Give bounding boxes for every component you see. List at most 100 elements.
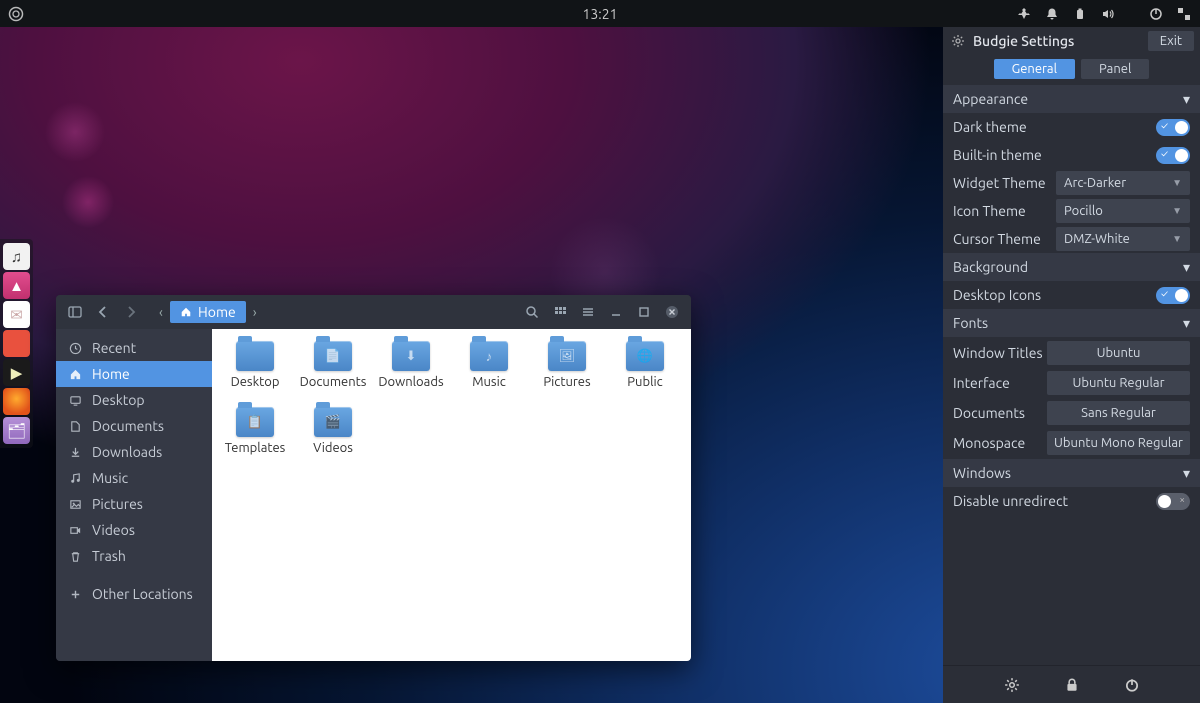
- window-maximize-button[interactable]: [631, 299, 657, 325]
- footer-power-icon[interactable]: [1124, 677, 1140, 693]
- music-icon: [68, 472, 82, 485]
- icon-theme-select[interactable]: Pocillo▼: [1056, 199, 1190, 223]
- list-view-button[interactable]: [575, 299, 601, 325]
- nav-forward-button[interactable]: [118, 299, 144, 325]
- sidebar-item-pictures[interactable]: Pictures: [56, 491, 212, 517]
- tab-panel[interactable]: Panel: [1081, 59, 1149, 79]
- font-select-documents[interactable]: Sans Regular: [1047, 401, 1190, 425]
- battery-icon[interactable]: [1072, 6, 1088, 22]
- footer-lock-icon[interactable]: [1064, 677, 1080, 693]
- budgie-settings-panel: Budgie Settings Exit General Panel Appea…: [943, 27, 1200, 703]
- dock-item-photos[interactable]: ▲: [3, 272, 30, 299]
- sidebar-item-downloads[interactable]: Downloads: [56, 439, 212, 465]
- raven-footer: [943, 665, 1200, 703]
- dark-theme-label: Dark theme: [953, 119, 1148, 135]
- font-select-monospace[interactable]: Ubuntu Mono Regular: [1047, 431, 1190, 455]
- section-windows[interactable]: Windows ▾: [943, 459, 1200, 487]
- dark-theme-toggle[interactable]: ✓: [1156, 119, 1190, 136]
- download-icon: [68, 446, 82, 459]
- budgie-menu-icon[interactable]: [8, 6, 24, 22]
- notifications-icon[interactable]: [1044, 6, 1060, 22]
- widget-theme-select[interactable]: Arc-Darker▼: [1056, 171, 1190, 195]
- file-manager-content[interactable]: Desktop📄Documents⬇Downloads♪Music🖼Pictur…: [212, 329, 691, 661]
- window-close-button[interactable]: [659, 299, 685, 325]
- section-fonts[interactable]: Fonts ▾: [943, 309, 1200, 337]
- desktop-icons-label: Desktop Icons: [953, 287, 1148, 303]
- font-select-window-titles[interactable]: Ubuntu: [1047, 341, 1190, 365]
- search-button[interactable]: [519, 299, 545, 325]
- widget-theme-label: Widget Theme: [953, 175, 1048, 191]
- sidebar-toggle-icon[interactable]: [62, 299, 88, 325]
- clock-icon: [68, 342, 82, 355]
- dock-item-media-player[interactable]: ▶: [3, 359, 30, 386]
- folder-pictures[interactable]: 🖼Pictures: [528, 337, 606, 399]
- sidebar-item-documents[interactable]: Documents: [56, 413, 212, 439]
- sidebar-item-videos[interactable]: Videos: [56, 517, 212, 543]
- footer-settings-icon[interactable]: [1004, 677, 1020, 693]
- chevron-down-icon: ▾: [1183, 259, 1190, 276]
- dock-item-files[interactable]: 🗂: [3, 417, 30, 444]
- tab-general[interactable]: General: [994, 59, 1075, 79]
- raven-toggle-icon[interactable]: [1176, 6, 1192, 22]
- folder-videos[interactable]: 🎬Videos: [294, 403, 372, 465]
- font-row-label: Documents: [953, 405, 1047, 421]
- nav-back-button[interactable]: [90, 299, 116, 325]
- dock-item-app-red[interactable]: [3, 330, 30, 357]
- volume-icon[interactable]: [1100, 6, 1116, 22]
- chevron-down-icon: ▾: [1183, 315, 1190, 332]
- desktop-icon: [68, 394, 82, 407]
- section-appearance[interactable]: Appearance ▾: [943, 85, 1200, 113]
- dock: ♫▲✉ ▶ 🗂: [0, 239, 33, 448]
- doc-icon: [68, 420, 82, 433]
- icon-theme-label: Icon Theme: [953, 203, 1048, 219]
- pin-icon[interactable]: [1016, 6, 1032, 22]
- video-icon: [68, 524, 82, 537]
- path-segment-home[interactable]: Home: [170, 301, 246, 323]
- sidebar-item-home[interactable]: Home: [56, 361, 212, 387]
- power-icon[interactable]: [1148, 6, 1164, 22]
- exit-button[interactable]: Exit: [1148, 31, 1194, 51]
- folder-icon: 🌐: [626, 341, 664, 371]
- sidebar-item-music[interactable]: Music: [56, 465, 212, 491]
- sidebar-item-other-locations[interactable]: Other Locations: [56, 581, 212, 607]
- sidebar-item-trash[interactable]: Trash: [56, 543, 212, 569]
- builtin-theme-toggle[interactable]: ✓: [1156, 147, 1190, 164]
- top-panel: 13:21: [0, 0, 1200, 27]
- dock-item-mail[interactable]: ✉: [3, 301, 30, 328]
- plus-icon: [68, 588, 82, 601]
- section-background[interactable]: Background ▾: [943, 253, 1200, 281]
- folder-icon: ♪: [470, 341, 508, 371]
- path-next-icon[interactable]: ›: [246, 301, 264, 323]
- dock-item-music-player[interactable]: ♫: [3, 243, 30, 270]
- panel-clock[interactable]: 13:21: [582, 6, 617, 22]
- path-prev-icon[interactable]: ‹: [152, 301, 170, 323]
- folder-icon: [236, 341, 274, 371]
- folder-downloads[interactable]: ⬇Downloads: [372, 337, 450, 399]
- window-minimize-button[interactable]: [603, 299, 629, 325]
- settings-title: Budgie Settings: [973, 33, 1140, 49]
- folder-icon: 📋: [236, 407, 274, 437]
- font-select-interface[interactable]: Ubuntu Regular: [1047, 371, 1190, 395]
- path-segment-label: Home: [198, 304, 236, 320]
- cursor-theme-select[interactable]: DMZ-White▼: [1056, 227, 1190, 251]
- folder-desktop[interactable]: Desktop: [216, 337, 294, 399]
- folder-public[interactable]: 🌐Public: [606, 337, 684, 399]
- builtin-theme-label: Built-in theme: [953, 147, 1148, 163]
- icon-view-button[interactable]: [547, 299, 573, 325]
- sidebar-item-desktop[interactable]: Desktop: [56, 387, 212, 413]
- folder-icon: ⬇: [392, 341, 430, 371]
- trash-icon: [68, 550, 82, 563]
- disable-unredirect-toggle[interactable]: ×: [1156, 493, 1190, 510]
- dock-item-firefox[interactable]: [3, 388, 30, 415]
- file-manager-headerbar: ‹ Home ›: [56, 295, 691, 329]
- chevron-down-icon: ▼: [1172, 205, 1182, 217]
- sidebar-item-recent[interactable]: Recent: [56, 335, 212, 361]
- pathbar: ‹ Home ›: [152, 301, 264, 323]
- file-manager-window: ‹ Home › RecentHomeDesktopDocumentsDownl…: [56, 295, 691, 661]
- folder-templates[interactable]: 📋Templates: [216, 403, 294, 465]
- folder-icon: 📄: [314, 341, 352, 371]
- desktop-icons-toggle[interactable]: ✓: [1156, 287, 1190, 304]
- folder-music[interactable]: ♪Music: [450, 337, 528, 399]
- folder-documents[interactable]: 📄Documents: [294, 337, 372, 399]
- font-row-label: Monospace: [953, 435, 1047, 451]
